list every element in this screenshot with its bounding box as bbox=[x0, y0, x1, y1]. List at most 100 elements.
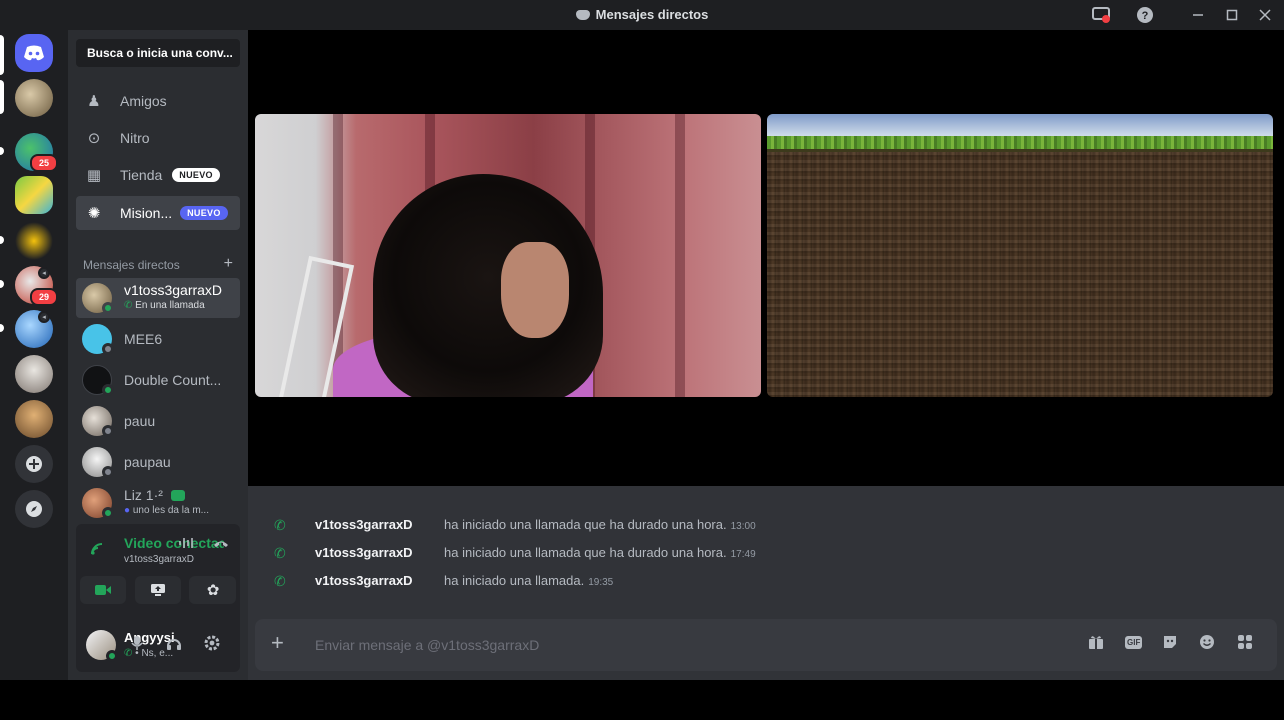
attach-plus-icon[interactable]: + bbox=[271, 631, 284, 655]
dm-status: ✆ En una llamada bbox=[124, 300, 205, 311]
noise-suppression-icon[interactable] bbox=[178, 536, 196, 554]
phone-icon: ✆ bbox=[124, 300, 133, 311]
server-rail: 25 29 ◂ ◂ bbox=[0, 30, 68, 680]
create-dm-icon[interactable]: + bbox=[224, 255, 233, 273]
home-button[interactable] bbox=[15, 34, 53, 72]
online-status-icon bbox=[102, 507, 114, 519]
message-body: ha iniciado una llamada que ha durado un… bbox=[444, 545, 727, 560]
discord-icon bbox=[575, 10, 590, 20]
curtain-shading bbox=[675, 114, 685, 397]
online-status-icon bbox=[102, 302, 114, 314]
dm-item[interactable]: Double Count... bbox=[76, 360, 240, 400]
unread-dot bbox=[0, 147, 4, 155]
dm-name: paupau bbox=[124, 454, 171, 470]
phone-icon: ✆ bbox=[274, 517, 286, 533]
disconnect-icon[interactable] bbox=[212, 536, 230, 554]
nav-nitro[interactable]: ⊙ Nitro bbox=[76, 121, 240, 155]
dm-name: Double Count... bbox=[124, 372, 222, 388]
maximize-icon[interactable] bbox=[1223, 6, 1241, 24]
server-game[interactable] bbox=[15, 176, 53, 214]
add-server-button[interactable] bbox=[15, 445, 53, 483]
settings-gear-icon[interactable] bbox=[204, 635, 220, 655]
dm-sidebar: Busca o inicia una conv... ♟ Amigos ⊙ Ni… bbox=[68, 30, 248, 680]
voice-speaker-icon: ◂ bbox=[38, 311, 50, 323]
mention-badge: 29 bbox=[30, 288, 58, 306]
search-button[interactable]: Busca o inicia una conv... bbox=[76, 39, 240, 67]
gift-icon[interactable] bbox=[1088, 634, 1104, 654]
soundboard-button[interactable]: ✿ bbox=[190, 576, 236, 604]
message-body: ha iniciado una llamada. bbox=[444, 573, 585, 588]
nav-shop[interactable]: ▦ Tienda NUEVO bbox=[76, 158, 240, 192]
message-input[interactable]: Enviar mensaje a @v1toss3garraxD bbox=[315, 637, 539, 653]
microphone-icon[interactable] bbox=[130, 635, 144, 655]
app-tag-icon bbox=[170, 490, 185, 501]
mention-badge: 25 bbox=[30, 154, 58, 172]
dm-name-text: Liz 1·² bbox=[124, 487, 163, 503]
dm-header: Mensajes directos + bbox=[83, 255, 233, 273]
nitro-icon: ⊙ bbox=[87, 130, 101, 147]
video-tile-camera[interactable] bbox=[255, 114, 761, 397]
compass-icon bbox=[26, 501, 42, 517]
help-icon[interactable]: ? bbox=[1136, 6, 1154, 24]
offline-status-icon bbox=[102, 343, 114, 355]
person-face bbox=[501, 242, 569, 338]
video-button[interactable] bbox=[80, 576, 126, 604]
signal-icon bbox=[90, 542, 106, 559]
dm-item[interactable]: paupau bbox=[76, 442, 240, 482]
server-cat[interactable] bbox=[15, 400, 53, 438]
dm-status-text: uno les da la m... bbox=[132, 505, 209, 516]
nav-label: Amigos bbox=[120, 93, 167, 109]
server-puppy[interactable] bbox=[15, 355, 53, 393]
sticker-icon[interactable] bbox=[1162, 634, 1178, 654]
dm-item[interactable]: Liz 1·² ● uno les da la m... bbox=[76, 483, 240, 523]
main-panel: ✆ v1toss3garraxD ha iniciado una llamada… bbox=[248, 30, 1284, 680]
explore-button[interactable] bbox=[15, 490, 53, 528]
phone-icon: ✆ bbox=[274, 573, 286, 589]
screen-share-icon bbox=[151, 584, 165, 596]
server-avatar-dog[interactable] bbox=[15, 79, 53, 117]
shop-icon: ▦ bbox=[86, 167, 102, 184]
message-author[interactable]: v1toss3garraxD bbox=[315, 573, 413, 588]
minimize-icon[interactable] bbox=[1189, 6, 1207, 24]
camera-icon bbox=[95, 585, 111, 595]
unread-indicator bbox=[0, 80, 4, 114]
user-panel: Angyysi ✆ • Ns, e... bbox=[76, 616, 240, 672]
screen-share-button[interactable] bbox=[135, 576, 181, 604]
dm-status-text: En una llamada bbox=[135, 300, 205, 311]
online-status-icon bbox=[102, 384, 114, 396]
apps-icon[interactable] bbox=[1237, 634, 1253, 654]
dm-name: Liz 1·² bbox=[124, 487, 185, 503]
dm-name: MEE6 bbox=[124, 331, 163, 347]
message-text: ha iniciado una llamada que ha durado un… bbox=[444, 545, 756, 560]
dm-name: v1toss3garraxD bbox=[124, 282, 223, 298]
server-banana[interactable] bbox=[15, 222, 53, 260]
dm-status: ● uno les da la m... bbox=[124, 505, 209, 516]
dm-item[interactable]: v1toss3garraxD ✆ En una llamada bbox=[76, 278, 240, 318]
gif-button[interactable]: GIF bbox=[1125, 636, 1143, 649]
nav-friends[interactable]: ♟ Amigos bbox=[76, 84, 240, 118]
dm-item[interactable]: pauu bbox=[76, 401, 240, 441]
emoji-icon[interactable] bbox=[1199, 634, 1215, 654]
close-icon[interactable] bbox=[1256, 6, 1274, 24]
screen-record-icon[interactable] bbox=[1092, 6, 1110, 24]
nav-label: Mision... bbox=[120, 205, 173, 221]
discord-logo-icon bbox=[24, 45, 44, 61]
nav-quests[interactable]: ✺ Mision... NUEVO bbox=[76, 196, 240, 230]
unread-dot bbox=[0, 280, 4, 288]
call-stage bbox=[248, 30, 1284, 486]
message-author[interactable]: v1toss3garraxD bbox=[315, 517, 413, 532]
soundboard-icon: ✿ bbox=[206, 582, 220, 599]
offline-status-icon bbox=[102, 425, 114, 437]
new-badge: NUEVO bbox=[180, 206, 228, 220]
quests-icon: ✺ bbox=[87, 205, 101, 222]
nav-label: Nitro bbox=[120, 130, 150, 146]
video-tile-screen[interactable] bbox=[767, 114, 1273, 397]
message-time: 19:35 bbox=[588, 577, 614, 588]
speech-icon: ● bbox=[124, 505, 131, 516]
voice-status-title[interactable]: Video conectad bbox=[124, 535, 224, 551]
active-indicator bbox=[0, 35, 4, 75]
message-author[interactable]: v1toss3garraxD bbox=[315, 545, 413, 560]
grass bbox=[767, 136, 1273, 152]
headphones-icon[interactable] bbox=[166, 635, 182, 655]
dm-item[interactable]: MEE6 bbox=[76, 319, 240, 359]
